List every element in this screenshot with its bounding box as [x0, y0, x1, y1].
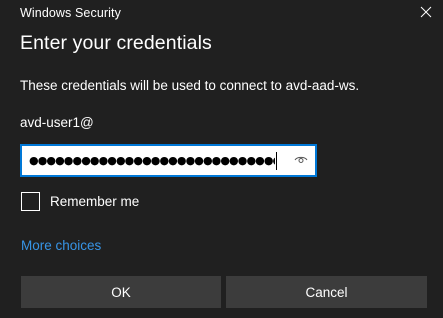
text-caret [276, 152, 277, 170]
username-label: avd-user1@ [20, 115, 94, 130]
reveal-password-button[interactable] [289, 149, 313, 173]
ok-button[interactable]: OK [21, 276, 221, 308]
remember-me-label: Remember me [50, 194, 140, 209]
checkbox-box[interactable] [21, 192, 40, 211]
close-icon [420, 5, 432, 23]
eye-icon [294, 152, 308, 170]
dialog-description: These credentials will be used to connec… [20, 78, 360, 93]
ok-button-label: OK [111, 284, 131, 300]
password-field[interactable]: ●●●●●●●●●●●●●●●●●●●●●●●●●●●●●● [20, 144, 317, 177]
close-button[interactable] [409, 0, 443, 28]
cancel-button[interactable]: Cancel [226, 276, 427, 308]
window-title: Windows Security [20, 6, 121, 20]
password-value: ●●●●●●●●●●●●●●●●●●●●●●●●●●●●●● [29, 154, 275, 167]
remember-me-checkbox[interactable]: Remember me [21, 192, 139, 211]
dialog-heading: Enter your credentials [20, 32, 212, 54]
more-choices-link[interactable]: More choices [21, 238, 101, 253]
cancel-button-label: Cancel [305, 284, 348, 300]
